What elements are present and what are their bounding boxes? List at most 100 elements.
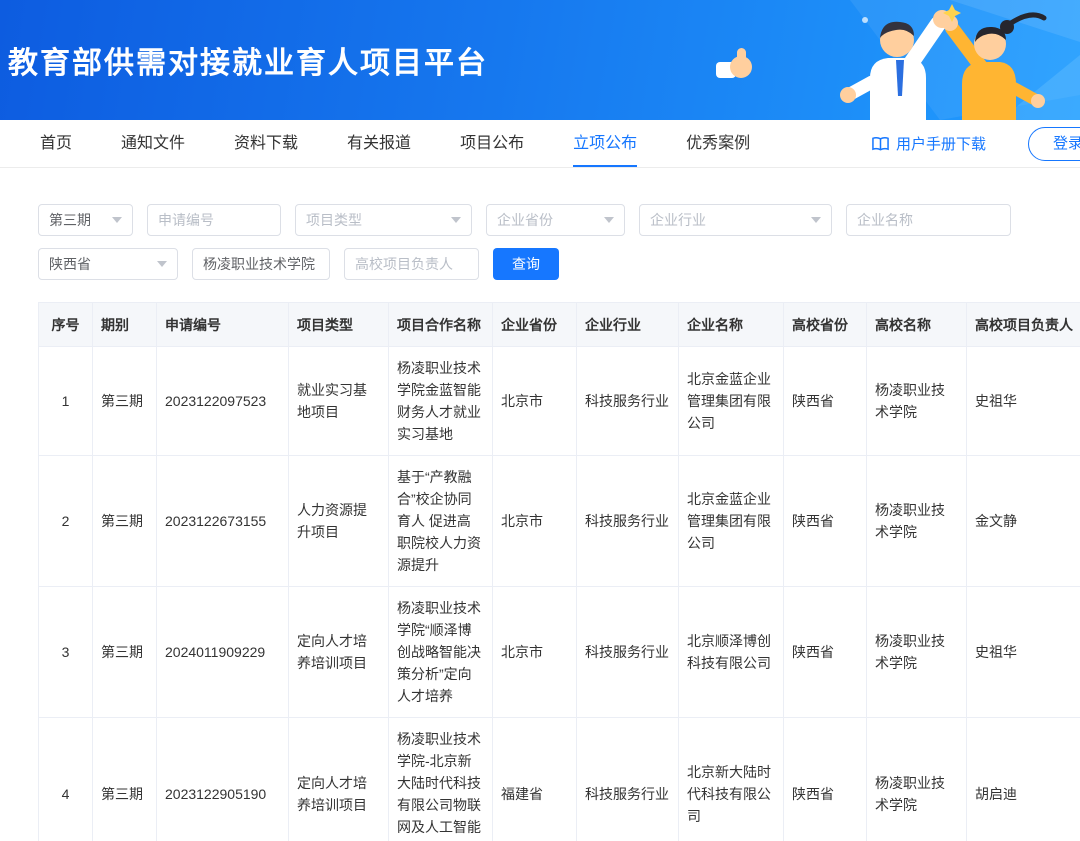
results-table-wrap: 序号期别申请编号项目类型项目合作名称企业省份企业行业企业名称高校省份高校名称高校… xyxy=(38,302,1080,841)
table-cell: 1 xyxy=(39,347,93,456)
table-cell: 第三期 xyxy=(93,718,157,841)
table-cell: 科技服务行业 xyxy=(577,587,679,718)
table-cell: 2023122673155 xyxy=(157,456,289,587)
filter-row-2: 陕西省 查询 xyxy=(38,248,1042,280)
main-nav: 首页 通知文件 资料下载 有关报道 项目公布 立项公布 优秀案例 用户手册下载 登录 xyxy=(0,120,1080,168)
table-cell: 福建省 xyxy=(493,718,577,841)
site-title: 教育部供需对接就业育人项目平台 xyxy=(8,38,488,82)
table-header-cell: 项目合作名称 xyxy=(389,303,493,347)
table-cell: 第三期 xyxy=(93,347,157,456)
table-cell: 杨凌职业技术学院“顺泽博创战略智能决策分析”定向人才培养 xyxy=(389,587,493,718)
table-cell: 北京金蓝企业管理集团有限公司 xyxy=(679,347,784,456)
nav-item-2[interactable]: 通知文件 xyxy=(121,120,185,168)
table-header-cell: 高校省份 xyxy=(784,303,867,347)
company-province-select[interactable]: 企业省份 xyxy=(486,204,625,236)
nav-item-7[interactable]: 优秀案例 xyxy=(686,120,750,168)
table-header-cell: 企业省份 xyxy=(493,303,577,347)
table-cell: 杨凌职业技术学院金蓝智能财务人才就业实习基地 xyxy=(389,347,493,456)
user-manual-link[interactable]: 用户手册下载 xyxy=(872,133,986,154)
table-cell: 人力资源提升项目 xyxy=(289,456,389,587)
nav-right: 用户手册下载 登录 xyxy=(872,127,1080,161)
table-cell: 4 xyxy=(39,718,93,841)
table-header-row: 序号期别申请编号项目类型项目合作名称企业省份企业行业企业名称高校省份高校名称高校… xyxy=(39,303,1080,347)
table-header-cell: 高校名称 xyxy=(867,303,967,347)
user-manual-label: 用户手册下载 xyxy=(896,133,986,154)
school-leader-input[interactable] xyxy=(344,248,479,280)
filter-row-1: 第三期 项目类型 企业省份 企业行业 xyxy=(38,204,1042,236)
table-cell: 北京市 xyxy=(493,587,577,718)
filter-panel: 第三期 项目类型 企业省份 企业行业 陕西省 xyxy=(38,204,1042,280)
table-cell: 科技服务行业 xyxy=(577,718,679,841)
company-industry-select[interactable]: 企业行业 xyxy=(639,204,832,236)
table-header-cell: 序号 xyxy=(39,303,93,347)
table-cell: 北京市 xyxy=(493,456,577,587)
table-cell: 史祖华 xyxy=(967,587,1080,718)
school-name-input[interactable] xyxy=(192,248,330,280)
table-cell: 北京顺泽博创科技有限公司 xyxy=(679,587,784,718)
table-cell: 第三期 xyxy=(93,456,157,587)
chevron-down-icon xyxy=(157,261,167,267)
nav-item-6[interactable]: 立项公布 xyxy=(573,120,637,168)
table-cell: 杨凌职业技术学院 xyxy=(867,347,967,456)
table-cell: 杨凌职业技术学院 xyxy=(867,718,967,841)
period-select[interactable]: 第三期 xyxy=(38,204,133,236)
chevron-down-icon xyxy=(451,217,461,223)
table-cell: 北京新大陆时代科技有限公司 xyxy=(679,718,784,841)
table-cell: 2024011909229 xyxy=(157,587,289,718)
table-body: 1第三期2023122097523就业实习基地项目杨凌职业技术学院金蓝智能财务人… xyxy=(39,347,1080,841)
banner: 教育部供需对接就业育人项目平台 xyxy=(0,0,1080,120)
table-cell: 胡启迪 xyxy=(967,718,1080,841)
search-button[interactable]: 查询 xyxy=(493,248,559,280)
people-highfive-illustration xyxy=(700,0,1080,120)
table-cell: 定向人才培养培训项目 xyxy=(289,587,389,718)
table-cell: 就业实习基地项目 xyxy=(289,347,389,456)
table-cell: 陕西省 xyxy=(784,347,867,456)
chevron-down-icon xyxy=(112,217,122,223)
company-industry-placeholder: 企业行业 xyxy=(650,210,706,230)
period-select-value: 第三期 xyxy=(49,210,91,230)
nav-item-3[interactable]: 资料下载 xyxy=(234,120,298,168)
nav-item-5[interactable]: 项目公布 xyxy=(460,120,524,168)
table-header-cell: 高校项目负责人 xyxy=(967,303,1080,347)
login-button[interactable]: 登录 xyxy=(1028,127,1080,161)
table-cell: 科技服务行业 xyxy=(577,456,679,587)
table-cell: 科技服务行业 xyxy=(577,347,679,456)
thumbs-up-icon xyxy=(716,48,752,78)
table-cell: 3 xyxy=(39,587,93,718)
table-header-cell: 企业名称 xyxy=(679,303,784,347)
table-cell: 2023122097523 xyxy=(157,347,289,456)
apply-no-input[interactable] xyxy=(147,204,281,236)
table-cell: 陕西省 xyxy=(784,587,867,718)
company-province-placeholder: 企业省份 xyxy=(497,210,553,230)
nav-item-1[interactable]: 首页 xyxy=(40,120,72,168)
table-cell: 陕西省 xyxy=(784,718,867,841)
table-row: 3第三期2024011909229定向人才培养培训项目杨凌职业技术学院“顺泽博创… xyxy=(39,587,1080,718)
table-cell: 杨凌职业技术学院 xyxy=(867,456,967,587)
table-row: 1第三期2023122097523就业实习基地项目杨凌职业技术学院金蓝智能财务人… xyxy=(39,347,1080,456)
project-type-placeholder: 项目类型 xyxy=(306,210,362,230)
book-icon xyxy=(872,136,889,152)
table-row: 4第三期2023122905190定向人才培养培训项目杨凌职业技术学院-北京新大… xyxy=(39,718,1080,841)
chevron-down-icon xyxy=(811,217,821,223)
school-province-value: 陕西省 xyxy=(49,254,91,274)
company-name-input[interactable] xyxy=(846,204,1011,236)
project-type-select[interactable]: 项目类型 xyxy=(295,204,472,236)
table-cell: 杨凌职业技术学院-北京新大陆时代科技有限公司物联网及人工智能方向人才培养 xyxy=(389,718,493,841)
results-table: 序号期别申请编号项目类型项目合作名称企业省份企业行业企业名称高校省份高校名称高校… xyxy=(38,302,1080,841)
table-cell: 金文静 xyxy=(967,456,1080,587)
table-cell: 陕西省 xyxy=(784,456,867,587)
table-cell: 定向人才培养培训项目 xyxy=(289,718,389,841)
page: 教育部供需对接就业育人项目平台 xyxy=(0,0,1080,841)
table-cell: 2023122905190 xyxy=(157,718,289,841)
table-cell: 北京金蓝企业管理集团有限公司 xyxy=(679,456,784,587)
nav-item-4[interactable]: 有关报道 xyxy=(347,120,411,168)
school-province-select[interactable]: 陕西省 xyxy=(38,248,178,280)
chevron-down-icon xyxy=(604,217,614,223)
table-cell: 北京市 xyxy=(493,347,577,456)
table-header-cell: 企业行业 xyxy=(577,303,679,347)
table-cell: 杨凌职业技术学院 xyxy=(867,587,967,718)
table-cell: 史祖华 xyxy=(967,347,1080,456)
table-header-cell: 项目类型 xyxy=(289,303,389,347)
table-header-cell: 申请编号 xyxy=(157,303,289,347)
table-cell: 基于“产教融合”校企协同育人 促进高职院校人力资源提升 xyxy=(389,456,493,587)
